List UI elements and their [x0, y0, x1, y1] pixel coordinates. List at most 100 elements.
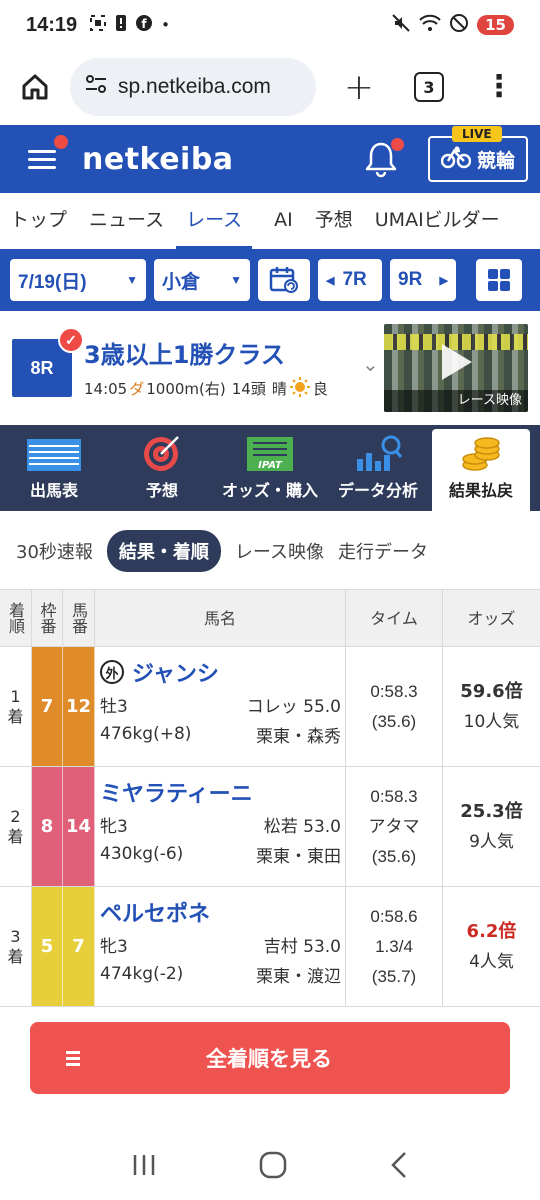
race-number-badge: 8R ✓: [12, 327, 84, 397]
horse-name-row: 外 ジャンシ: [100, 655, 341, 689]
odds-cell: 59.6倍 10人気: [443, 647, 540, 766]
horse-name-link[interactable]: ミヤラティーニ: [100, 776, 253, 808]
action-label: 結果払戻: [448, 481, 513, 500]
calendar-button[interactable]: [258, 259, 310, 301]
menu-button[interactable]: [28, 134, 68, 174]
table-row[interactable]: 3 着 5 7 ペルセポネ 牝3 吉村 53.0 474kg(-2) 栗東・渡辺…: [0, 887, 540, 1007]
race-list-grid-button[interactable]: [476, 259, 522, 301]
site-settings-icon[interactable]: [84, 74, 108, 100]
entry-list-icon: [25, 433, 83, 473]
address-bar[interactable]: sp.netkeiba.com: [70, 58, 316, 116]
subtab-running-data[interactable]: 走行データ: [338, 538, 428, 564]
site-header: netkeiba LIVE 競輪: [0, 125, 540, 193]
jockey-weight[interactable]: 吉村 53.0: [264, 932, 341, 957]
nav-tab-ai[interactable]: AI: [274, 193, 293, 249]
browser-menu-button[interactable]: ⋮: [484, 72, 514, 102]
horse-sex-jockey-row: 牝3 吉村 53.0: [100, 929, 341, 959]
subtab-results[interactable]: 結果・着順: [106, 530, 221, 572]
race-video-thumbnail[interactable]: レース映像: [384, 324, 528, 412]
horse-name-link[interactable]: ペルセポネ: [100, 896, 210, 928]
caret-down-icon: ▼: [230, 273, 242, 287]
popularity: 10人気: [463, 711, 520, 732]
keirin-live-button[interactable]: LIVE 競輪: [428, 126, 528, 182]
action-data-analysis[interactable]: データ分析: [324, 425, 432, 511]
header-time: タイム: [346, 590, 443, 646]
action-prediction[interactable]: 予想: [108, 425, 216, 511]
horse-cell: ペルセポネ 牝3 吉村 53.0 474kg(-2) 栗東・渡辺: [95, 887, 346, 1006]
nav-tab-umai-builder[interactable]: UMAIビルダー: [375, 193, 500, 249]
recent-apps-button[interactable]: [131, 1153, 157, 1184]
android-nav-bar: [0, 1136, 540, 1200]
see-all-results-button[interactable]: 全着順を見る: [30, 1022, 510, 1094]
hamburger-line: [28, 165, 56, 169]
subtab-30sec-report[interactable]: 30秒速報: [16, 538, 93, 564]
horse-weight-trainer-row: 474kg(-2) 栗東・渡辺: [100, 959, 341, 989]
horse-name-link[interactable]: ジャンシ: [132, 656, 219, 688]
rank-number: 2: [10, 806, 21, 826]
nav-tab-race[interactable]: レース: [176, 193, 253, 249]
expand-chevron-icon[interactable]: ⌄: [362, 352, 379, 376]
trainer[interactable]: 栗東・森秀: [256, 722, 341, 747]
header-waku: 枠番: [32, 590, 63, 646]
odds-value: 59.6倍: [460, 680, 523, 702]
table-row[interactable]: 1 着 7 12 外 ジャンシ 牡3 コレッ 55.0 476kg(+8) 栗東…: [0, 647, 540, 767]
subtab-race-video[interactable]: レース映像: [235, 538, 324, 564]
next-race-label: 9R: [398, 269, 423, 290]
results-table: 着順 枠番 馬番 馬名 タイム オッズ 1 着 7 12 外 ジャンシ 牡3 コ…: [0, 589, 540, 1007]
tab-count: 3: [423, 77, 435, 97]
home-nav-button[interactable]: [259, 1151, 287, 1186]
tab-switcher-button[interactable]: 3: [414, 72, 444, 102]
finish-time: 0:58.3: [370, 681, 418, 701]
race-distance: 1000m(右): [146, 380, 226, 398]
uma-cell: 7: [63, 887, 95, 1006]
nav-tab-yoso[interactable]: 予想: [315, 193, 353, 249]
jockey-weight[interactable]: コレッ 55.0: [247, 692, 341, 717]
new-tab-button[interactable]: +: [324, 67, 394, 108]
back-button[interactable]: [389, 1151, 409, 1186]
table-row[interactable]: 2 着 8 14 ミヤラティーニ 牝3 松若 53.0 430kg(-6) 栗東…: [0, 767, 540, 887]
action-odds-purchase[interactable]: IPAT オッズ・購入: [216, 425, 324, 511]
venue-select[interactable]: 小倉 ▼: [154, 259, 250, 301]
rank-cell: 1 着: [0, 647, 32, 766]
jockey-weight[interactable]: 松若 53.0: [264, 812, 341, 837]
rank-cell: 3 着: [0, 887, 32, 1006]
horse-weight: 476kg(+8): [100, 724, 192, 744]
see-all-label: 全着順を見る: [206, 1047, 332, 1071]
action-label: 予想: [145, 481, 178, 500]
notification-button[interactable]: [364, 138, 404, 178]
rank-number: 1: [10, 686, 21, 706]
horse-weight-trainer-row: 430kg(-6) 栗東・東田: [100, 839, 341, 869]
wifi-icon: [419, 14, 441, 36]
horse-weight: 474kg(-2): [100, 964, 184, 984]
url-text: sp.netkeiba.com: [118, 75, 271, 98]
check-icon: ✓: [58, 327, 84, 353]
status-bar: 14:19 f • 15: [0, 0, 540, 50]
action-entry-list[interactable]: 出馬表: [0, 425, 108, 511]
trainer[interactable]: 栗東・渡辺: [256, 962, 341, 987]
race-surface: ダ: [129, 380, 145, 398]
venue-value: 小倉: [162, 271, 201, 293]
race-details: 14:05 ダ 1000m(右) 14頭 晴 良: [84, 376, 328, 402]
status-left-icons: f •: [89, 14, 170, 36]
site-logo[interactable]: netkeiba: [82, 142, 234, 177]
battery-indicator: 15: [477, 15, 514, 35]
date-select[interactable]: 7/19(日) ▼: [10, 259, 146, 301]
odds-value: 6.2倍: [466, 920, 517, 942]
horse-weight-trainer-row: 476kg(+8) 栗東・森秀: [100, 719, 341, 749]
video-label: レース映像: [384, 390, 528, 412]
next-race-button[interactable]: 9R ▶: [390, 259, 456, 301]
rank-suffix: 着: [7, 826, 24, 846]
browser-home-button[interactable]: [0, 57, 70, 117]
nav-tab-top[interactable]: トップ: [10, 193, 67, 249]
trainer[interactable]: 栗東・東田: [256, 842, 341, 867]
sex-age: 牝3: [100, 816, 128, 837]
action-results-payout[interactable]: 結果払戻: [432, 429, 530, 511]
action-label: オッズ・購入: [221, 481, 318, 500]
horse-sex-jockey-row: 牝3 松若 53.0: [100, 809, 341, 839]
prev-race-button[interactable]: ◀ 7R: [318, 259, 382, 301]
caret-right-icon: ▶: [439, 274, 448, 287]
header-odds: オッズ: [467, 608, 516, 628]
nav-tab-news[interactable]: ニュース: [89, 193, 164, 249]
margin: 1.3/4: [375, 936, 413, 956]
home-circle-icon: [259, 1151, 287, 1178]
